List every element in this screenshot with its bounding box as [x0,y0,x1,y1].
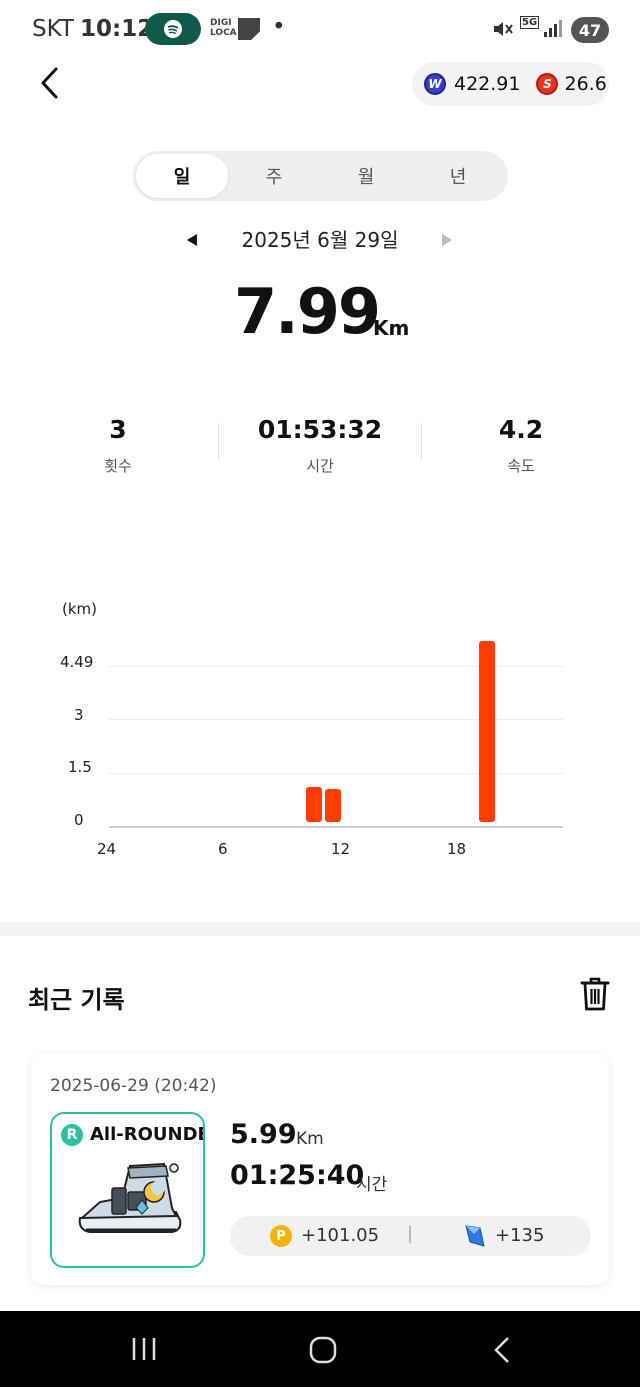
s-coin-icon: S [536,73,559,95]
record-card[interactable]: 2025-06-29 (20:42) R All-ROUNDE 5.99 Km … [31,1053,609,1285]
spotify-icon [145,13,201,45]
battery-indicator: 47 [571,17,609,43]
recent-records-title: 최근 기록 [28,986,125,1014]
x-tick-label: 18 [447,840,467,858]
x-tick-label: 6 [218,840,228,858]
reward-points: +101.05 [301,1225,380,1246]
tab-year[interactable]: 년 [412,154,504,198]
x-tick-label: 12 [331,840,351,858]
stat-time-value: 01:53:32 [257,415,383,444]
y-tick-label: 4.49 [60,653,94,671]
recent-apps-icon[interactable] [131,1336,157,1362]
distance-unit: Km [373,316,410,340]
y-tick-label: 3 [74,706,84,724]
chart-bar [325,788,341,822]
reward-summary: P +101.05 | +135 [230,1216,591,1256]
home-icon[interactable] [309,1336,337,1364]
more-dot: • [272,14,286,40]
sneaker-icon [78,1162,182,1233]
record-time-unit: 시간 [356,1175,388,1195]
record-date: 2025-06-29 (20:42) [50,1076,217,1096]
stat-count-value: 3 [109,415,127,444]
next-date-icon[interactable] [440,233,454,247]
s-balance: 26.6 [564,73,607,95]
clock: 10:12 [80,16,154,42]
x-tick-label: 24 [97,840,117,858]
stat-divider [218,423,219,459]
total-distance: 7.99 [234,275,381,348]
network-badge: 5G [520,16,540,29]
x-axis [109,826,563,828]
y-tick-label: 0 [74,811,84,829]
system-nav-bar [0,1311,640,1387]
note-icon [238,18,260,40]
tab-day[interactable]: 일 [136,154,228,198]
mute-icon [494,22,513,36]
point-coin-icon: P [270,1225,292,1247]
section-separator [0,922,640,936]
record-distance: 5.99 [230,1119,297,1150]
stat-time-label: 시간 [306,457,334,475]
reward-tiles: +135 [495,1225,545,1246]
back-arrow-icon[interactable] [36,66,64,100]
y-tick-label: 1.5 [68,758,92,776]
selected-date: 2025년 6월 29일 [241,228,399,252]
back-nav-icon[interactable] [492,1336,514,1364]
stat-count-label: 횟수 [104,457,132,475]
wallet-balance[interactable]: W 422.91 S 26.6 [412,62,609,106]
carrier-label: SKT [32,16,74,42]
w-balance: 422.91 [454,73,521,95]
stat-speed-value: 4.2 [498,415,544,444]
tab-week[interactable]: 주 [228,154,320,198]
digi-loca-icon: DIGI LOCA [210,18,237,38]
status-bar: SKT 10:12 DIGI LOCA • 5G 47 [0,0,640,60]
period-tabs: 일 주 월 년 [133,151,508,201]
record-time: 01:25:40 [230,1160,365,1191]
stat-speed-label: 속도 [507,457,535,475]
record-distance-unit: Km [296,1129,324,1149]
chart-y-unit: (km) [62,600,98,618]
trash-icon[interactable] [579,976,611,1012]
reward-divider: | [407,1223,414,1244]
chart-bar [305,787,322,822]
shoe-name: All-ROUNDE [90,1124,205,1145]
tab-month[interactable]: 월 [320,154,412,198]
signal-icon [544,20,562,37]
shoe-thumbnail[interactable]: R All-ROUNDE [50,1112,205,1268]
rarity-badge: R [61,1124,83,1146]
chart-bar [479,641,495,822]
w-coin-icon: W [424,73,446,95]
tile-icon [465,1225,485,1247]
